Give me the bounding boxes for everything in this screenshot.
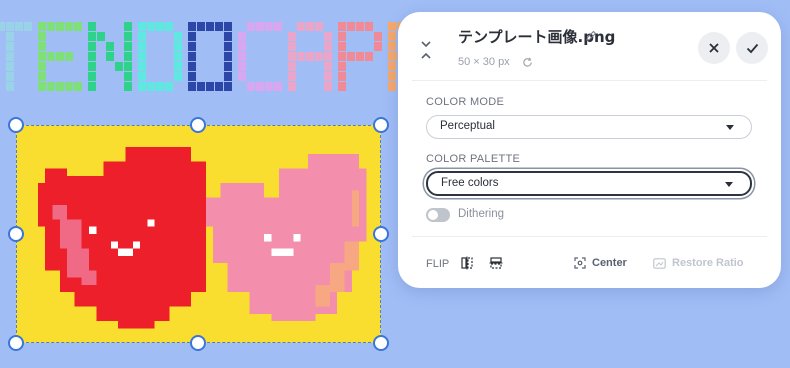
restore-ratio-button[interactable]: Restore Ratio bbox=[653, 257, 744, 269]
header-divider bbox=[412, 80, 767, 81]
color-mode-select[interactable]: Perceptual bbox=[426, 115, 752, 139]
confirm-button[interactable] bbox=[736, 32, 768, 64]
refresh-icon[interactable] bbox=[522, 55, 533, 67]
resize-handle-bottom[interactable] bbox=[190, 335, 206, 351]
resize-handle-top-right[interactable] bbox=[373, 117, 389, 133]
flip-vertical-icon[interactable] bbox=[489, 256, 503, 270]
image-settings-panel: テンプレート画像.png 50 × 30 px COLOR MODE Perce… bbox=[398, 12, 781, 288]
banner-letter-p bbox=[338, 22, 382, 91]
color-palette-select[interactable]: Free colors bbox=[426, 171, 752, 196]
resize-handle-left[interactable] bbox=[8, 226, 24, 242]
dithering-toggle[interactable] bbox=[426, 208, 450, 222]
hearts-artwork bbox=[37, 146, 367, 329]
banner-letter-a bbox=[288, 22, 332, 91]
image-dimensions: 50 × 30 px bbox=[458, 56, 510, 68]
banner-letter-d bbox=[138, 22, 182, 91]
center-button[interactable]: Center bbox=[574, 257, 627, 269]
cancel-button[interactable] bbox=[698, 32, 730, 64]
collapse-icon[interactable] bbox=[418, 39, 434, 61]
canvas-pixel-text bbox=[0, 22, 440, 91]
color-mode-label: COLOR MODE bbox=[426, 96, 505, 108]
chevron-down-icon bbox=[725, 182, 733, 187]
flip-horizontal-icon[interactable] bbox=[460, 256, 474, 270]
aspect-ratio-icon bbox=[653, 257, 666, 269]
resize-handle-bottom-left[interactable] bbox=[8, 335, 24, 351]
banner-letter-o bbox=[188, 22, 232, 91]
check-icon bbox=[746, 43, 758, 54]
close-icon bbox=[709, 43, 719, 53]
resize-handle-top[interactable] bbox=[190, 117, 206, 133]
pencil-icon[interactable] bbox=[585, 29, 597, 41]
chevron-down-icon bbox=[726, 125, 734, 130]
resize-handle-bottom-right[interactable] bbox=[373, 335, 389, 351]
resize-handle-top-left[interactable] bbox=[8, 117, 24, 133]
red-heart bbox=[37, 146, 206, 329]
color-palette-value: Free colors bbox=[441, 177, 499, 189]
banner-letter-c bbox=[238, 22, 282, 91]
toggle-knob bbox=[428, 210, 438, 220]
resize-handle-right[interactable] bbox=[373, 226, 389, 242]
banner-letter-n bbox=[88, 22, 132, 91]
flip-label: FLIP bbox=[426, 258, 450, 270]
color-palette-label: COLOR PALETTE bbox=[426, 153, 521, 165]
placed-image[interactable] bbox=[16, 125, 381, 343]
banner-letter-t bbox=[0, 22, 32, 91]
center-label: Center bbox=[592, 257, 627, 269]
color-mode-value: Perceptual bbox=[440, 120, 495, 132]
restore-ratio-label: Restore Ratio bbox=[672, 257, 744, 269]
pink-heart bbox=[205, 154, 367, 322]
footer-divider bbox=[412, 236, 767, 237]
dithering-label: Dithering bbox=[458, 208, 505, 220]
banner-letter-e bbox=[38, 22, 82, 91]
center-focus-icon bbox=[574, 257, 586, 269]
